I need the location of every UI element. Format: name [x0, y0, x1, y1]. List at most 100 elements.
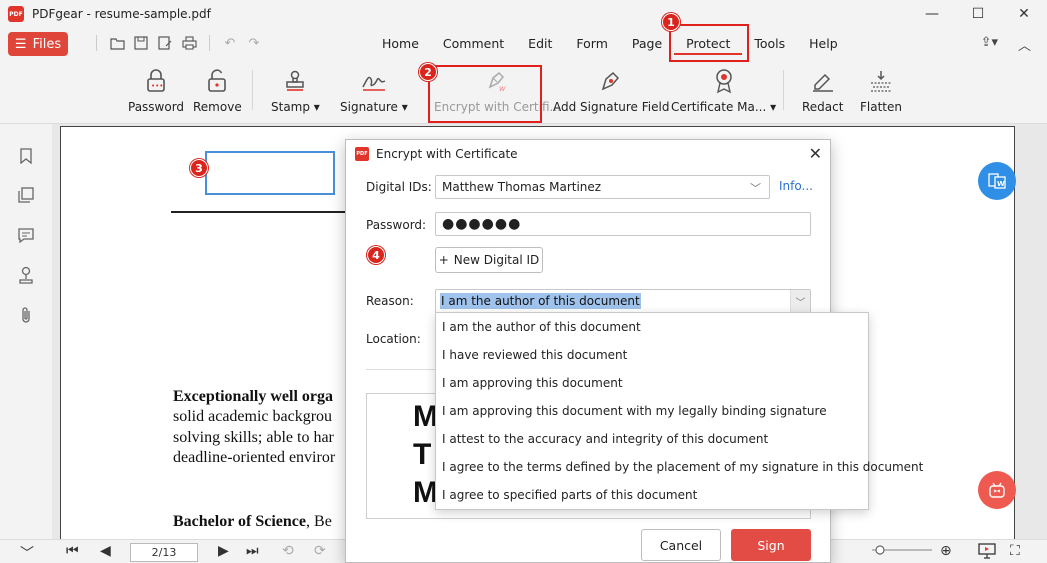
doc-text-line: Bachelor of Science, Be — [173, 513, 332, 530]
signature-button[interactable]: Signature ▾ — [340, 66, 408, 114]
new-digital-id-button[interactable]: + New Digital ID — [435, 247, 543, 273]
signature-icon — [361, 66, 387, 96]
tab-page[interactable]: Page — [620, 35, 674, 55]
redact-button[interactable]: Redact — [802, 66, 843, 114]
dialog-title-bar: PDF Encrypt with Certificate ✕ — [346, 140, 830, 168]
svg-text:•••: ••• — [151, 82, 163, 90]
digital-ids-select[interactable]: Matthew Thomas Martinez ﹀ — [435, 175, 770, 199]
unlock-icon — [206, 66, 228, 96]
signature-field-box[interactable] — [205, 151, 335, 195]
minimize-button[interactable]: — — [909, 0, 955, 28]
collapse-down-icon[interactable]: ﹀ — [20, 543, 34, 563]
save-as-icon[interactable] — [157, 34, 173, 52]
reason-option[interactable]: I am the author of this document — [436, 313, 868, 341]
tab-home[interactable]: Home — [370, 35, 431, 55]
reason-option[interactable]: I have reviewed this document — [436, 341, 868, 369]
signature-panel-icon[interactable] — [16, 265, 36, 285]
ai-assistant-icon[interactable] — [978, 471, 1016, 509]
zoom-slider[interactable] — [872, 544, 932, 560]
open-folder-icon[interactable] — [109, 34, 125, 52]
doc-text-line: solid academic backgrou — [173, 408, 333, 425]
right-tools: ⇪▾ ︿ — [981, 35, 1031, 54]
highlight-protect-tab — [669, 24, 749, 62]
convert-to-word-icon[interactable]: W — [978, 162, 1016, 200]
reason-option[interactable]: I attest to the accuracy and integrity o… — [436, 425, 868, 453]
svg-text:W: W — [997, 180, 1005, 188]
next-page-icon[interactable]: ▶ — [218, 543, 229, 559]
pdfgear-logo-icon: PDF — [355, 147, 369, 161]
attachment-icon[interactable] — [16, 305, 36, 325]
dialog-close-icon[interactable]: ✕ — [809, 144, 822, 163]
close-window-button[interactable]: ✕ — [1001, 0, 1047, 28]
tab-tools[interactable]: Tools — [742, 35, 797, 55]
tab-comment[interactable]: Comment — [431, 35, 516, 55]
ribbon-divider — [252, 70, 253, 110]
presentation-icon[interactable] — [978, 543, 996, 563]
tab-help[interactable]: Help — [797, 35, 850, 55]
first-page-icon[interactable]: ⏮ — [66, 543, 79, 559]
comments-icon[interactable] — [16, 225, 36, 245]
reason-option[interactable]: I agree to specified parts of this docum… — [436, 481, 868, 509]
page-number-input[interactable]: 2/13 — [130, 543, 198, 562]
digital-ids-label: Digital IDs: — [366, 180, 432, 194]
reason-option[interactable]: I agree to the terms defined by the plac… — [436, 453, 923, 481]
add-signature-field-button[interactable]: Add Signature Field — [553, 66, 669, 114]
save-icon[interactable] — [133, 34, 149, 52]
collapse-ribbon-icon[interactable]: ︿ — [1018, 35, 1031, 54]
step-badge: 3 — [190, 159, 208, 177]
sign-button[interactable]: Sign — [731, 529, 811, 561]
rotate-left-icon[interactable]: ⟲ — [282, 543, 294, 559]
zoom-in-icon[interactable]: ⊕ — [940, 543, 952, 559]
horizontal-rule — [171, 211, 371, 213]
signature-field-icon — [598, 66, 624, 96]
info-link[interactable]: Info... — [779, 179, 813, 193]
chevron-down-icon: ﹀ — [790, 290, 810, 312]
certificate-manager-button[interactable]: Certificate Ma... ▾ — [671, 66, 776, 114]
tab-edit[interactable]: Edit — [516, 35, 564, 55]
window-controls: — ☐ ✕ — [909, 0, 1047, 28]
redact-marker-icon — [811, 66, 835, 96]
certificate-badge-icon — [713, 66, 735, 96]
password-button[interactable]: ••• Password — [128, 66, 184, 114]
reason-dropdown-list: I am the author of this document I have … — [435, 312, 923, 510]
preview-initial: T — [413, 438, 432, 471]
plus-icon: + — [438, 253, 449, 267]
toolbar-divider — [96, 35, 97, 51]
stamp-button[interactable]: Stamp ▾ — [271, 66, 320, 114]
remove-button[interactable]: Remove — [193, 66, 242, 114]
maximize-button[interactable]: ☐ — [955, 0, 1001, 28]
reason-option[interactable]: I am approving this document with my leg… — [436, 397, 868, 425]
lock-icon: ••• — [145, 66, 167, 96]
share-icon[interactable]: ⇪▾ — [981, 35, 998, 54]
files-button[interactable]: ☰ Files — [8, 32, 68, 56]
previous-page-icon[interactable]: ◀ — [100, 543, 111, 559]
hamburger-icon: ☰ — [14, 36, 27, 52]
password-field[interactable]: ●●●●●● — [435, 212, 811, 236]
print-icon[interactable] — [181, 34, 197, 52]
ribbon-divider — [783, 70, 784, 110]
cancel-button[interactable]: Cancel — [641, 529, 721, 561]
pdfgear-logo-icon: PDF — [8, 6, 24, 22]
thumbnails-icon[interactable] — [16, 185, 36, 205]
reason-option[interactable]: I am approving this document — [436, 369, 868, 397]
fullscreen-icon[interactable]: ⛶ — [1010, 543, 1020, 559]
reason-select[interactable]: I am the author of this document ﹀ — [435, 289, 811, 313]
step-badge: 4 — [367, 246, 385, 264]
tab-form[interactable]: Form — [564, 35, 620, 55]
bookmark-icon[interactable] — [16, 146, 36, 166]
window-title: PDFgear - resume-sample.pdf — [32, 7, 211, 21]
password-label: Password: — [366, 218, 427, 232]
quick-access-toolbar: ↶ ↷ — [92, 34, 262, 52]
undo-icon[interactable]: ↶ — [222, 34, 238, 52]
redo-icon[interactable]: ↷ — [246, 34, 262, 52]
toolbar-divider — [209, 35, 210, 51]
last-page-icon[interactable]: ⏭ — [246, 543, 259, 559]
location-label: Location: — [366, 332, 421, 346]
flatten-icon — [869, 66, 893, 96]
step-badge: 2 — [419, 63, 437, 81]
reason-label: Reason: — [366, 294, 414, 308]
dialog-title: Encrypt with Certificate — [376, 147, 518, 161]
menu-row: ☰ Files ↶ ↷ Home Comment Edit Form Page … — [0, 28, 1047, 60]
rotate-right-icon[interactable]: ⟳ — [314, 543, 326, 559]
flatten-button[interactable]: Flatten — [860, 66, 902, 114]
